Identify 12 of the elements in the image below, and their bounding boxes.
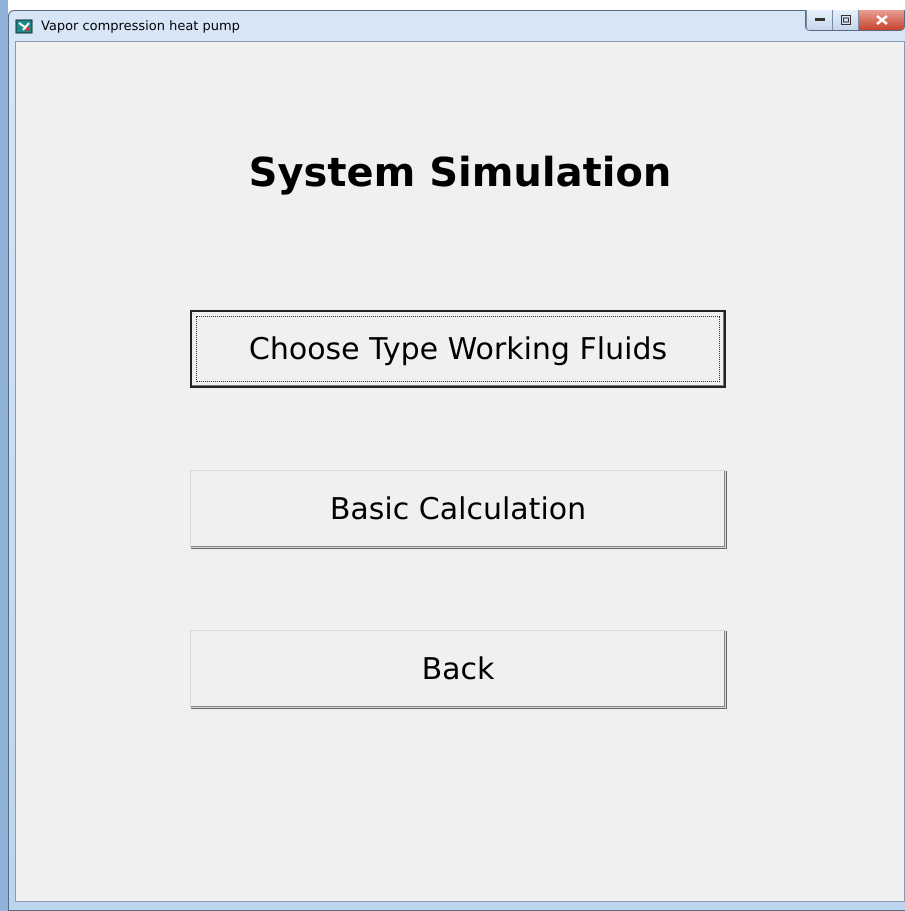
window-title: Vapor compression heat pump	[41, 18, 240, 34]
close-icon	[876, 15, 888, 25]
menu-button[interactable]: Basic Calculation	[190, 470, 726, 548]
app-icon	[15, 18, 33, 34]
maximize-icon	[840, 15, 850, 25]
minimize-button[interactable]	[806, 10, 832, 30]
maximize-button[interactable]	[832, 10, 858, 30]
minimize-icon	[814, 18, 824, 22]
close-button[interactable]	[858, 10, 904, 30]
menu-button[interactable]: Back	[190, 630, 726, 708]
menu-button[interactable]: Choose Type Working Fluids	[190, 310, 726, 388]
page-heading: System Simulation	[248, 150, 672, 196]
